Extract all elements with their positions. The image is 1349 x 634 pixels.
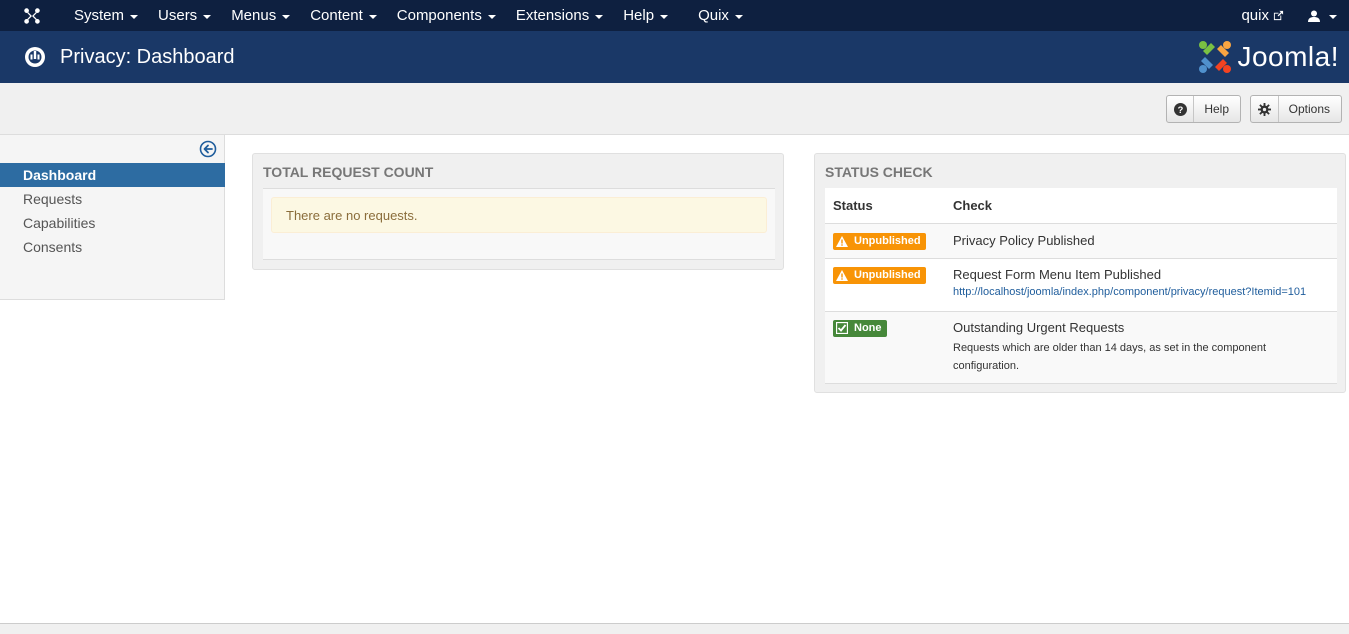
external-link-icon <box>1273 10 1284 21</box>
sidebar-item-capabilities[interactable]: Capabilities <box>0 211 225 235</box>
column-header-check: Check <box>945 188 1337 224</box>
page-title: Privacy: Dashboard <box>60 45 235 68</box>
status-table: Status Check Unpublished Privacy Policy … <box>825 188 1337 384</box>
sidebar-item-label: Requests <box>23 191 83 207</box>
options-button-label: Options <box>1288 102 1330 116</box>
sidebar-item-dashboard[interactable]: Dashboard <box>0 163 225 187</box>
alert-message: There are no requests. <box>286 207 418 223</box>
panel-body: There are no requests. <box>263 188 775 260</box>
sidebar-item-requests[interactable]: Requests <box>0 187 225 211</box>
status-badge: Unpublished <box>833 266 926 284</box>
menu-extensions[interactable]: Extensions <box>506 0 613 31</box>
joomla-menu-icon[interactable] <box>0 0 64 31</box>
menu-menus[interactable]: Menus <box>221 0 300 31</box>
status-bar <box>0 623 1349 634</box>
sidebar: Dashboard Requests Capabilities Consents <box>0 135 225 300</box>
menu-help[interactable]: Help <box>613 0 678 31</box>
request-count-panel: Total Request Count There are no request… <box>252 153 784 270</box>
menu-quix[interactable]: Quix <box>688 0 753 31</box>
caret-down-icon <box>282 14 291 19</box>
status-badge-label: None <box>854 322 882 334</box>
table-header-row: Status Check <box>825 188 1337 224</box>
title-bar: Privacy: Dashboard Joomla! <box>0 31 1349 83</box>
menu-content[interactable]: Content <box>300 0 387 31</box>
top-navbar: System Users Menus Content Components Ex… <box>0 0 1349 31</box>
menu-help-label: Help <box>623 7 655 24</box>
menu-components-label: Components <box>396 7 482 24</box>
caret-down-icon <box>130 14 139 19</box>
status-badge: None <box>833 319 887 337</box>
menu-extensions-label: Extensions <box>515 7 590 24</box>
menu-users[interactable]: Users <box>148 0 221 31</box>
menu-system-label: System <box>74 7 125 24</box>
table-row: Unpublished Request Form Menu Item Publi… <box>825 258 1337 312</box>
collapse-sidebar-icon[interactable] <box>199 140 217 158</box>
site-link[interactable]: quix <box>1229 0 1296 31</box>
caret-down-icon <box>1329 14 1337 19</box>
request-form-link[interactable]: http://localhost/joomla/index.php/compon… <box>953 286 1329 298</box>
menu-quix-label: Quix <box>698 7 729 24</box>
privacy-icon <box>25 47 45 67</box>
caret-down-icon <box>203 14 212 19</box>
status-badge-label: Unpublished <box>854 269 921 281</box>
gear-icon <box>1257 102 1271 116</box>
user-menu[interactable] <box>1296 0 1349 31</box>
panel-title: Status Check <box>825 164 933 180</box>
column-header-status: Status <box>825 188 945 224</box>
caret-down-icon <box>595 14 604 19</box>
help-button-label: Help <box>1204 102 1229 116</box>
no-requests-alert: There are no requests. <box>271 197 767 233</box>
sidebar-item-consents[interactable]: Consents <box>0 235 225 259</box>
caret-down-icon <box>368 14 377 19</box>
check-title: Outstanding Urgent Requests <box>953 319 1125 335</box>
table-row: Unpublished Privacy Policy Published <box>825 223 1337 259</box>
check-title: Privacy Policy Published <box>953 232 1095 248</box>
options-button[interactable]: Options <box>1250 95 1342 123</box>
joomla-logo: Joomla! <box>1197 37 1339 77</box>
check-title: Request Form Menu Item Published <box>953 266 1162 282</box>
status-badge: Unpublished <box>833 232 926 250</box>
menu-components[interactable]: Components <box>387 0 506 31</box>
joomla-brand-icon <box>1199 41 1232 73</box>
sidebar-item-label: Consents <box>23 239 83 255</box>
caret-down-icon <box>487 14 496 19</box>
help-button[interactable]: ? Help <box>1166 95 1241 123</box>
table-row: None Outstanding Urgent Requests Request… <box>825 311 1337 384</box>
question-icon: ? <box>1173 102 1187 116</box>
toolbar: ? Help Options <box>0 83 1349 135</box>
svg-text:?: ? <box>1177 105 1183 115</box>
joomla-wordmark: Joomla! <box>1237 41 1339 72</box>
warning-icon <box>836 235 848 247</box>
panel-title: Total Request Count <box>263 164 434 180</box>
caret-down-icon <box>734 14 743 19</box>
status-badge-label: Unpublished <box>854 235 921 247</box>
menu-system[interactable]: System <box>64 0 148 31</box>
checkbox-checked-icon <box>836 322 848 334</box>
menu-menus-label: Menus <box>231 7 277 24</box>
site-link-label: quix <box>1241 7 1269 24</box>
sidebar-item-label: Dashboard <box>23 167 97 183</box>
menu-content-label: Content <box>310 7 363 24</box>
status-check-panel: Status Check Status Check Unpublished Pr… <box>814 153 1346 393</box>
caret-down-icon <box>660 14 669 19</box>
check-description: Requests which are older than 14 days, a… <box>953 341 1267 372</box>
menu-users-label: Users <box>158 7 198 24</box>
sidebar-item-label: Capabilities <box>23 215 96 231</box>
user-icon <box>1308 10 1320 22</box>
warning-icon <box>836 269 848 281</box>
